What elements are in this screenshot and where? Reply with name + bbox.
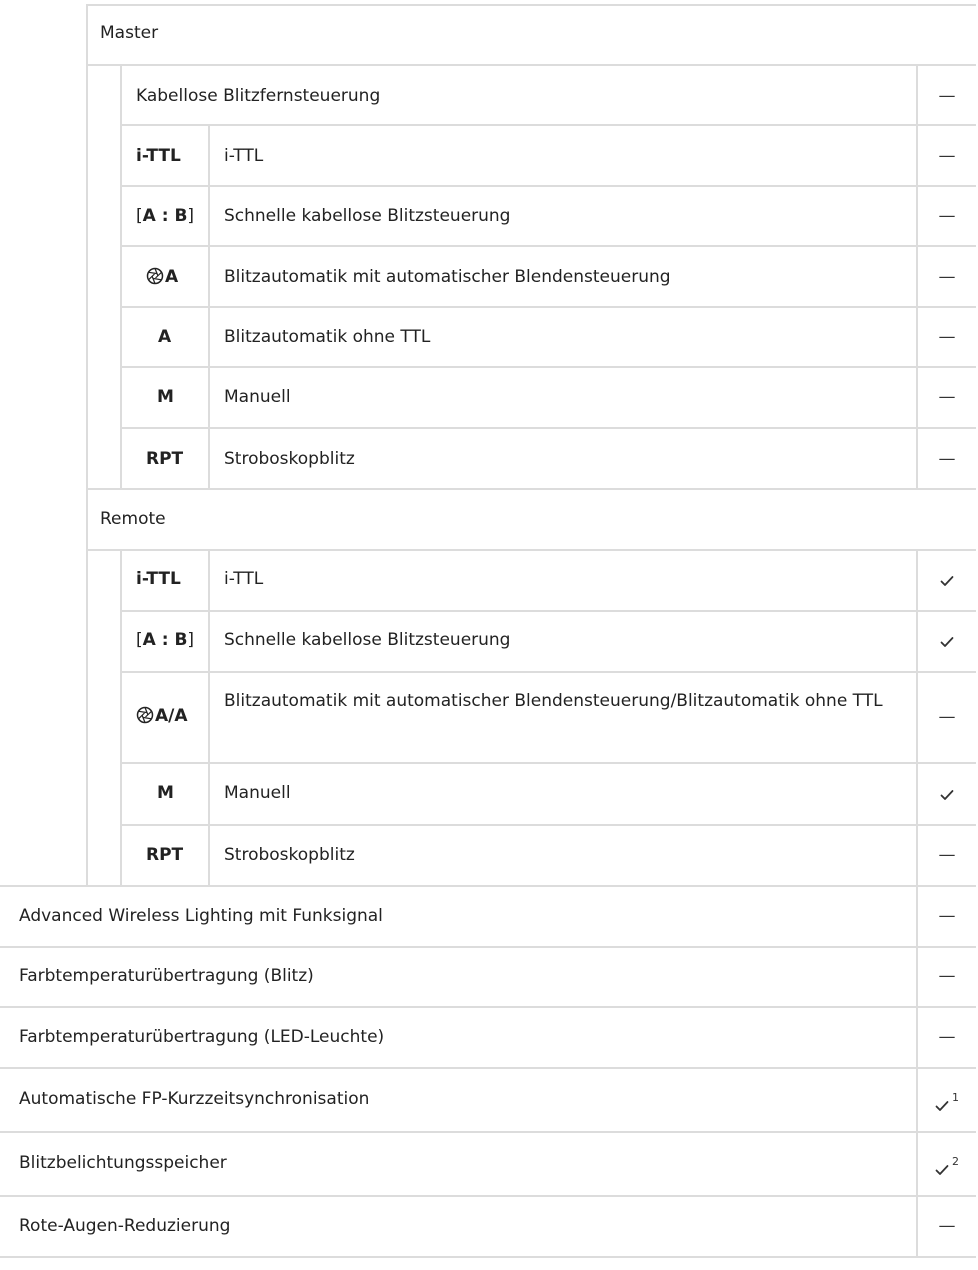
support-mark-none: — bbox=[938, 206, 956, 226]
code-separator: : bbox=[155, 630, 175, 650]
mode-label: Stroboskopblitz bbox=[224, 845, 355, 865]
mode-label: Blitzautomatik ohne TTL bbox=[224, 327, 431, 347]
mode-label: Manuell bbox=[224, 783, 291, 803]
row-divider bbox=[120, 610, 976, 612]
row-divider bbox=[120, 366, 976, 368]
section-label-remote: Remote bbox=[100, 509, 166, 529]
row-divider bbox=[0, 1131, 976, 1133]
mode-label: Schnelle kabellose Blitzsteuerung bbox=[224, 630, 511, 650]
column-divider bbox=[916, 549, 918, 1257]
mode-label: i-TTL bbox=[224, 146, 264, 166]
row-divider bbox=[0, 946, 976, 948]
mode-label: Schnelle kabellose Blitzsteuerung bbox=[224, 206, 511, 226]
feature-label: Rote-Augen-Reduzierung bbox=[19, 1216, 231, 1236]
check-icon bbox=[918, 784, 976, 806]
support-mark-none: — bbox=[938, 146, 956, 166]
section-label-master: Master bbox=[100, 23, 159, 43]
aperture-icon bbox=[136, 706, 154, 730]
mode-code: A bbox=[146, 266, 178, 291]
mode-label: i-TTL bbox=[224, 569, 264, 589]
code-a: A bbox=[142, 206, 156, 226]
support-mark-none: — bbox=[938, 86, 956, 106]
code-separator: : bbox=[155, 206, 175, 226]
wireless-control-label: Kabellose Blitzfernsteuerung bbox=[136, 86, 381, 106]
support-mark-none: — bbox=[938, 267, 956, 287]
support-mark-none: — bbox=[938, 327, 956, 347]
mode-code: i-TTL bbox=[136, 146, 181, 166]
row-divider bbox=[120, 762, 976, 764]
mode-label: Blitzautomatik mit automatischer Blenden… bbox=[224, 267, 671, 287]
column-divider bbox=[208, 549, 210, 886]
feature-label: Farbtemperaturübertragung (LED-Leuchte) bbox=[19, 1027, 385, 1047]
feature-label: Farbtemperaturübertragung (Blitz) bbox=[19, 966, 314, 986]
check-icon bbox=[918, 631, 976, 653]
support-mark-none: — bbox=[938, 1027, 956, 1047]
support-mark-none: — bbox=[938, 707, 956, 727]
mode-code: RPT bbox=[146, 449, 184, 469]
row-divider bbox=[86, 549, 976, 551]
row-divider bbox=[86, 64, 976, 66]
flash-compatibility-table: Master Kabellose Blitzfernsteuerung — i-… bbox=[0, 0, 978, 1270]
code-text: A bbox=[165, 267, 179, 287]
mode-label: Stroboskopblitz bbox=[224, 449, 355, 469]
bracket-open: [ bbox=[136, 206, 143, 226]
row-divider bbox=[0, 1195, 976, 1197]
support-mark-none: — bbox=[938, 845, 956, 865]
column-divider bbox=[120, 64, 122, 489]
footnote-ref: 2 bbox=[952, 1155, 959, 1168]
bracket-close: ] bbox=[187, 206, 195, 226]
row-divider bbox=[120, 427, 976, 429]
bracket-close: ] bbox=[187, 630, 195, 650]
mode-code: [A : B] bbox=[136, 205, 194, 227]
check-icon bbox=[918, 570, 976, 592]
mode-code: A/A bbox=[136, 705, 188, 730]
mode-code: i-TTL bbox=[136, 569, 181, 589]
row-divider bbox=[86, 4, 976, 6]
row-divider bbox=[120, 671, 976, 673]
support-mark-none: — bbox=[938, 906, 956, 926]
support-mark-none: — bbox=[938, 449, 956, 469]
mode-code: M bbox=[157, 783, 174, 803]
check-icon: 1 bbox=[918, 1090, 976, 1117]
row-divider bbox=[120, 306, 976, 308]
bracket-open: [ bbox=[136, 630, 143, 650]
mode-code: M bbox=[157, 387, 174, 407]
code-a: A bbox=[142, 630, 156, 650]
footnote-ref: 1 bbox=[952, 1091, 959, 1104]
aperture-icon bbox=[146, 267, 164, 291]
column-divider bbox=[208, 124, 210, 489]
row-divider bbox=[120, 124, 976, 126]
row-divider bbox=[120, 245, 976, 247]
column-divider bbox=[86, 4, 88, 886]
code-b: B bbox=[174, 630, 188, 650]
row-divider bbox=[86, 488, 976, 490]
row-divider bbox=[0, 1006, 976, 1008]
mode-code: RPT bbox=[146, 845, 184, 865]
row-divider bbox=[120, 824, 976, 826]
check-icon: 2 bbox=[918, 1154, 976, 1181]
feature-label: Advanced Wireless Lighting mit Funksigna… bbox=[19, 906, 383, 926]
row-divider bbox=[0, 1256, 976, 1258]
mode-label: Blitzautomatik mit automatischer Blenden… bbox=[224, 691, 883, 711]
code-b: B bbox=[174, 206, 188, 226]
feature-label: Blitzbelichtungsspeicher bbox=[19, 1153, 227, 1173]
row-divider bbox=[0, 885, 976, 887]
row-divider bbox=[120, 185, 976, 187]
support-mark-none: — bbox=[938, 966, 956, 986]
code-text: A/A bbox=[155, 706, 188, 726]
mode-code: A bbox=[158, 327, 172, 347]
mode-label: Manuell bbox=[224, 387, 291, 407]
support-mark-none: — bbox=[938, 387, 956, 407]
mode-code: [A : B] bbox=[136, 629, 194, 651]
row-divider bbox=[0, 1067, 976, 1069]
feature-label: Automatische FP-Kurzzeitsynchronisation bbox=[19, 1089, 370, 1109]
support-mark-none: — bbox=[938, 1216, 956, 1236]
column-divider bbox=[120, 549, 122, 886]
